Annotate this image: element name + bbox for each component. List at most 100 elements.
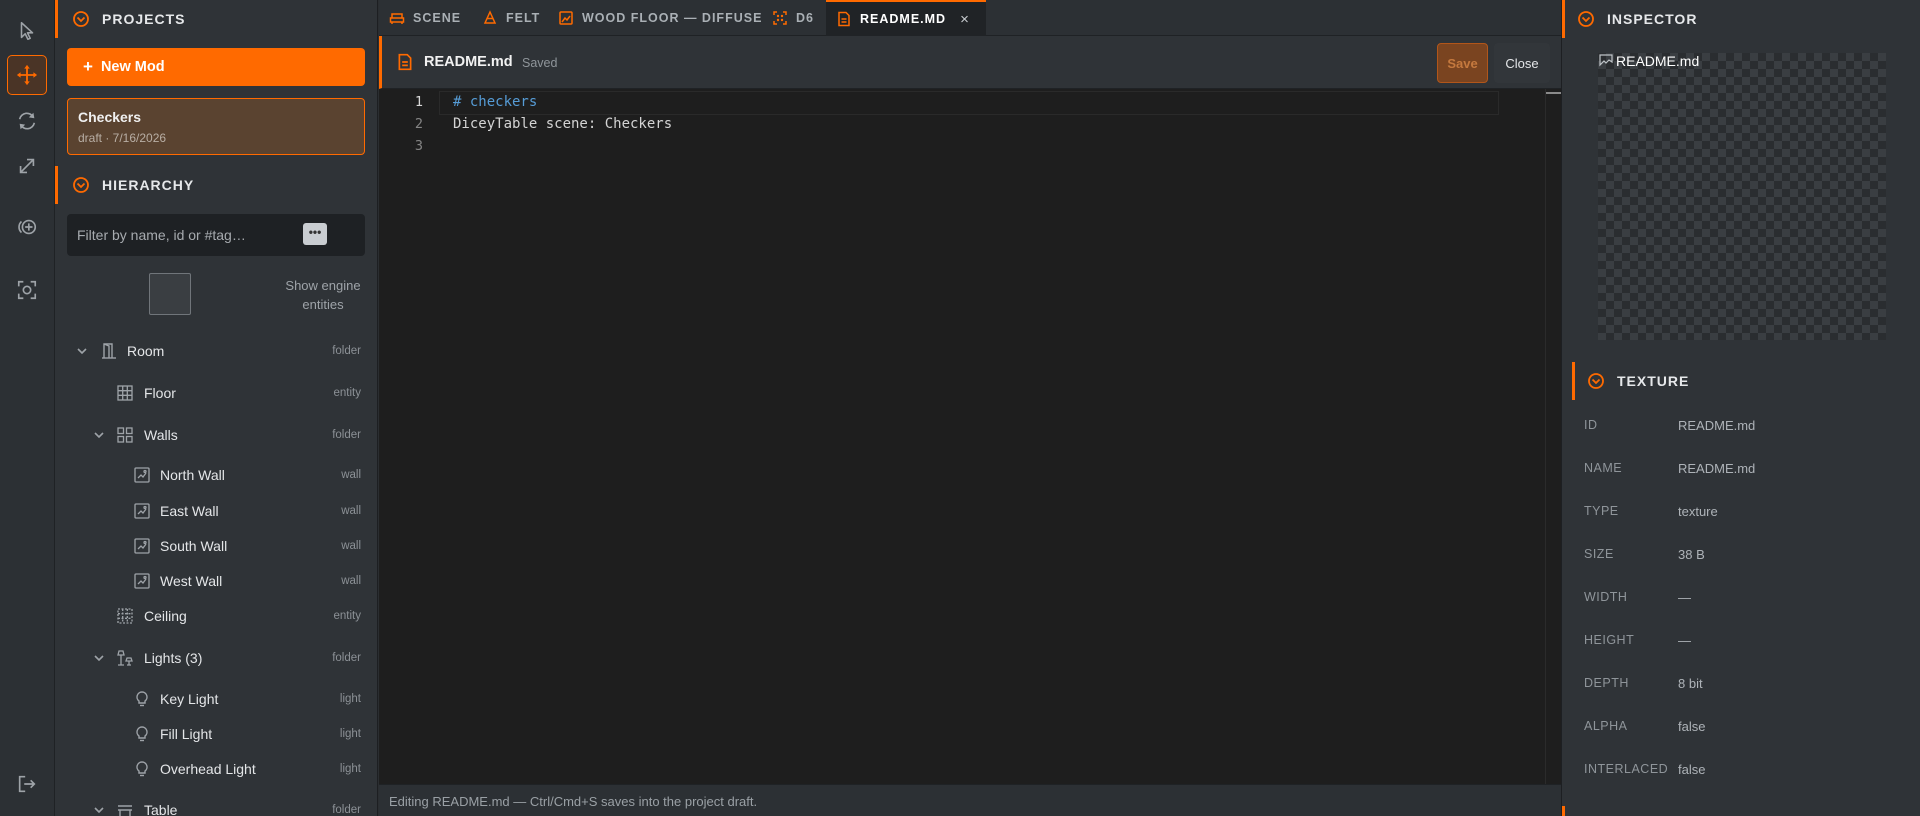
tab-scene[interactable]: SCENE xyxy=(389,0,461,36)
bulb-icon xyxy=(136,761,148,777)
rotate-tool[interactable] xyxy=(7,101,47,141)
plus-icon: + xyxy=(83,57,93,76)
show-engine-checkbox[interactable] xyxy=(149,273,191,315)
chevron-down-icon xyxy=(77,348,87,355)
status-bar: Editing README.md — Ctrl/Cmd+S saves int… xyxy=(379,784,1561,816)
move-arrows-icon xyxy=(16,64,38,86)
prop-key: SIZE xyxy=(1584,547,1614,561)
prop-value: false xyxy=(1678,762,1706,777)
code-editor[interactable]: 1 # checkers 2 DiceyTable scene: Checker… xyxy=(379,89,1562,784)
projects-header[interactable]: PROJECTS xyxy=(55,0,377,38)
project-meta: draft · 7/16/2026 xyxy=(78,131,167,145)
prop-key: TYPE xyxy=(1584,504,1619,518)
tree-item-key-light[interactable]: Key Light light xyxy=(55,684,377,714)
wall-icon xyxy=(134,573,150,589)
tree-item-type: folder xyxy=(332,804,361,816)
editor-header: README.md Saved Save Close xyxy=(379,36,1561,89)
lamps-icon xyxy=(117,650,133,666)
tree-item-north-wall[interactable]: North Wall wall xyxy=(55,460,377,490)
prop-value: 38 B xyxy=(1678,547,1705,562)
close-button[interactable]: Close xyxy=(1494,43,1550,83)
prop-type: TYPE texture xyxy=(1562,504,1920,524)
status-text: Editing README.md — Ctrl/Cmd+S saves int… xyxy=(389,794,758,809)
prop-value: texture xyxy=(1678,504,1718,519)
tree-item-walls[interactable]: Walls folder xyxy=(55,420,377,450)
tab-felt[interactable]: FELT xyxy=(482,0,540,36)
project-card[interactable]: Checkers draft · 7/16/2026 xyxy=(67,98,365,155)
prop-alpha: ALPHA false xyxy=(1562,719,1920,739)
tree-item-floor[interactable]: Floor entity xyxy=(55,378,377,408)
file-status: Saved xyxy=(522,56,558,70)
left-panel: PROJECTS + New Mod Checkers draft · 7/16… xyxy=(55,0,378,816)
filter-options-button[interactable]: ••• xyxy=(303,223,327,245)
save-button[interactable]: Save xyxy=(1437,43,1488,83)
tree-item-type: wall xyxy=(341,540,361,552)
tree-item-label: South Wall xyxy=(160,538,228,554)
tree-item-label: Floor xyxy=(144,385,176,401)
inspector-title: INSPECTOR xyxy=(1607,11,1698,27)
file-name: README.md xyxy=(424,54,513,70)
tree-item-room[interactable]: Room folder xyxy=(55,336,377,366)
prop-key: HEIGHT xyxy=(1584,633,1635,647)
prop-value: README.md xyxy=(1678,418,1756,433)
tab-label: README.MD xyxy=(860,12,947,26)
texture-preview: README.md xyxy=(1598,53,1886,340)
chevron-down-icon xyxy=(94,432,104,439)
tree-item-ceiling[interactable]: Ceiling entity xyxy=(55,601,377,631)
tab-wood-floor-diffuse[interactable]: WOOD FLOOR — DIFFUSE xyxy=(558,0,762,36)
code-line[interactable]: # checkers xyxy=(453,94,537,110)
tree-item-type: wall xyxy=(341,469,361,481)
prop-value: README.md xyxy=(1678,461,1756,476)
tree-item-overhead-light[interactable]: Overhead Light light xyxy=(55,754,377,784)
scale-tool[interactable] xyxy=(7,146,47,186)
move-tool[interactable] xyxy=(7,55,47,95)
texture-header[interactable]: TEXTURE xyxy=(1572,362,1920,400)
tree-item-type: light xyxy=(339,728,361,740)
filter-input[interactable] xyxy=(67,214,297,256)
show-engine-label: Show engine entities xyxy=(285,278,361,312)
select-tool[interactable] xyxy=(7,11,47,51)
code-line[interactable]: DiceyTable scene: Checkers xyxy=(453,116,672,132)
tab-label: D6 xyxy=(796,11,814,25)
tab-label: WOOD FLOOR — DIFFUSE xyxy=(582,11,763,25)
editor-tab-bar: SCENE FELT WOOD FLOOR — DIFFUSE D6 READM… xyxy=(379,0,1561,36)
focus-tool[interactable] xyxy=(7,270,47,310)
tab-close-icon[interactable]: × xyxy=(960,11,970,28)
inspector-header[interactable]: INSPECTOR xyxy=(1562,0,1920,38)
tab-label: SCENE xyxy=(413,11,462,25)
current-line-highlight xyxy=(439,91,1499,115)
tree-item-west-wall[interactable]: West Wall wall xyxy=(55,566,377,596)
tab-label: FELT xyxy=(506,11,541,25)
chevron-down-icon xyxy=(94,807,104,814)
tree-item-east-wall[interactable]: East Wall wall xyxy=(55,496,377,526)
new-mod-button[interactable]: + New Mod xyxy=(67,48,365,86)
add-entity-tool[interactable] xyxy=(7,207,47,247)
tab-d6[interactable]: D6 xyxy=(772,0,814,36)
prop-depth: DEPTH 8 bit xyxy=(1562,676,1920,696)
bulb-icon xyxy=(136,726,148,742)
tree-item-south-wall[interactable]: South Wall wall xyxy=(55,531,377,561)
broken-image-icon xyxy=(1599,54,1613,67)
grid-icon xyxy=(117,385,133,401)
prop-value: 8 bit xyxy=(1678,676,1703,691)
wall-icon xyxy=(134,503,150,519)
logout-icon xyxy=(18,775,36,793)
hierarchy-title: HIERARCHY xyxy=(102,177,195,193)
logout-button[interactable] xyxy=(7,764,47,804)
tab-readme[interactable]: README.MD × xyxy=(826,0,986,36)
editor-scrollbar[interactable] xyxy=(1545,89,1562,784)
hierarchy-filter: ••• xyxy=(67,214,365,256)
tree-item-lights[interactable]: Lights (3) folder xyxy=(55,643,377,673)
tree-item-fill-light[interactable]: Fill Light light xyxy=(55,719,377,749)
tree-item-label: Lights (3) xyxy=(144,650,203,666)
chevron-down-icon xyxy=(73,177,89,193)
hierarchy-header[interactable]: HIERARCHY xyxy=(55,166,377,204)
tree-item-type: wall xyxy=(341,505,361,517)
tree-item-table[interactable]: Table folder xyxy=(55,795,377,816)
tree-item-type: folder xyxy=(332,345,361,357)
rotate-icon xyxy=(18,112,36,130)
tree-item-label: Key Light xyxy=(160,691,219,707)
image-icon xyxy=(559,11,573,25)
bulb-icon xyxy=(136,691,148,707)
prop-width: WIDTH — xyxy=(1562,590,1920,610)
